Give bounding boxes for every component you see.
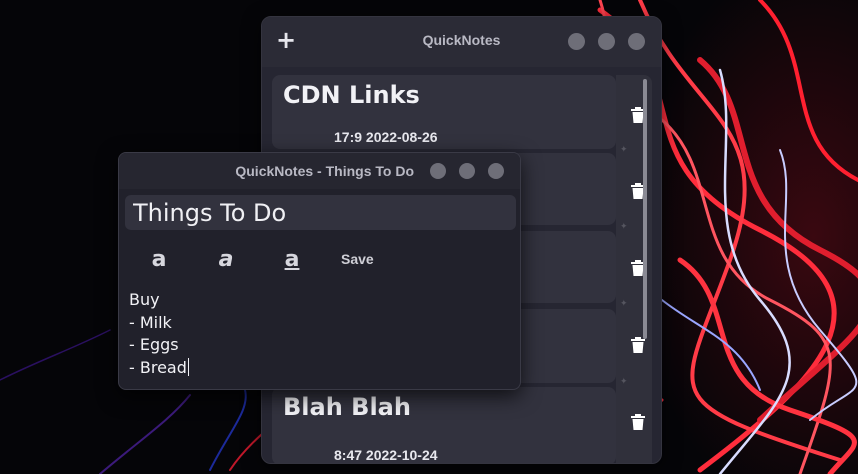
body-line: - Eggs xyxy=(129,335,179,354)
minimize-button[interactable] xyxy=(568,33,585,50)
editor-window-title: QuickNotes - Things To Do xyxy=(235,163,414,179)
separator-icon: ✦ xyxy=(620,377,628,387)
separator-icon: ✦ xyxy=(620,299,628,309)
close-button[interactable] xyxy=(488,163,504,179)
body-line: - Bread xyxy=(129,357,187,377)
close-button[interactable] xyxy=(628,33,645,50)
separator-icon: ✦ xyxy=(620,222,628,232)
bold-button[interactable]: a xyxy=(144,249,174,273)
body-line: - Milk xyxy=(129,312,172,332)
trash-icon[interactable] xyxy=(631,414,645,430)
main-titlebar[interactable]: + QuickNotes xyxy=(262,17,661,67)
italic-button[interactable]: a xyxy=(211,249,241,273)
note-card[interactable]: CDN Links 17:9 2022-08-26 xyxy=(272,75,616,149)
separator-icon: ✦ xyxy=(620,145,628,155)
maximize-button[interactable] xyxy=(598,33,615,50)
trash-icon[interactable] xyxy=(631,337,645,353)
main-window-controls xyxy=(568,33,645,50)
body-line-last: - Bread xyxy=(129,357,514,380)
notes-scrollbar[interactable] xyxy=(643,79,647,339)
note-date: 8:47 2022-10-24 xyxy=(334,447,438,463)
underline-button[interactable]: a xyxy=(277,249,307,273)
save-button[interactable]: Save xyxy=(341,251,374,267)
minimize-button[interactable] xyxy=(430,163,446,179)
note-title: CDN Links xyxy=(283,81,420,109)
text-caret xyxy=(187,357,189,376)
body-line: Buy xyxy=(129,290,160,309)
formatting-toolbar: a a a Save xyxy=(119,249,520,273)
note-title-input[interactable] xyxy=(125,195,516,230)
note-title: Blah Blah xyxy=(283,393,411,421)
editor-window-controls xyxy=(430,163,504,179)
note-date: 17:9 2022-08-26 xyxy=(334,129,438,145)
note-body-textarea[interactable]: Buy - Milk - Eggs - Bread xyxy=(129,289,514,385)
editor-titlebar[interactable]: QuickNotes - Things To Do xyxy=(119,153,520,189)
maximize-button[interactable] xyxy=(459,163,475,179)
note-editor-window: QuickNotes - Things To Do a a a Save Buy… xyxy=(118,152,521,390)
note-card[interactable]: Blah Blah 8:47 2022-10-24 xyxy=(272,387,616,463)
